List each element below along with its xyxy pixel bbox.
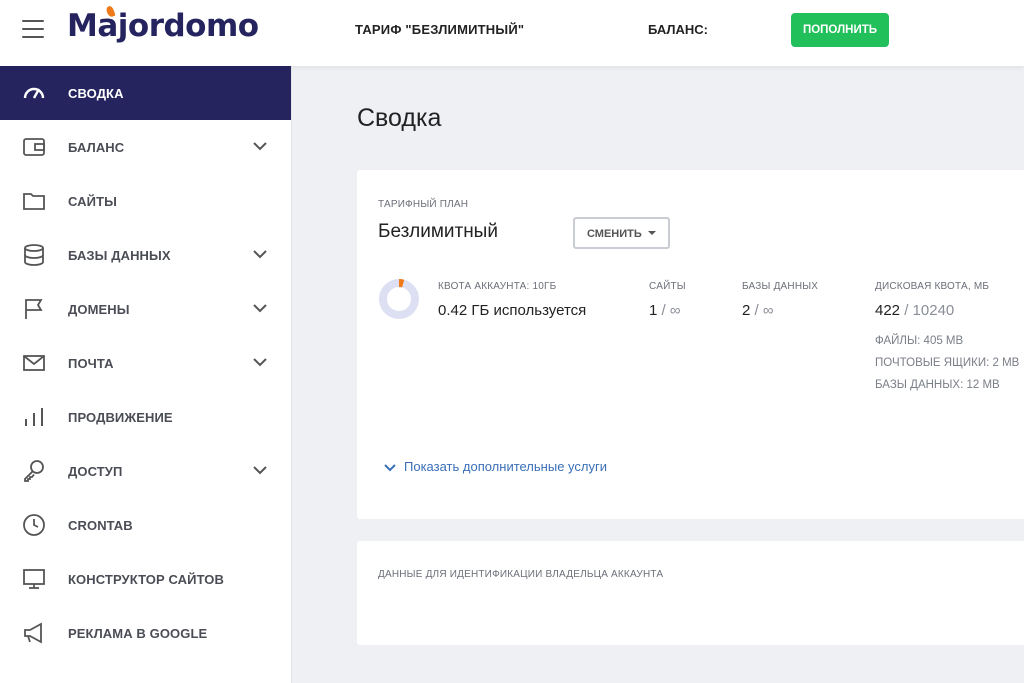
mail-icon: [23, 355, 45, 371]
sidebar: СВОДКА БАЛАНС САЙТЫ БАЗЫ ДАННЫХ ДОМЕНЫ П…: [0, 66, 292, 683]
sidebar-item-promotion[interactable]: ПРОДВИЖЕНИЕ: [0, 390, 291, 444]
quota-donut-track: [379, 279, 419, 319]
chevron-down-icon[interactable]: [252, 138, 268, 154]
sidebar-item-crontab[interactable]: CRONTAB: [0, 498, 291, 552]
owner-caption: ДАННЫЕ ДЛЯ ИДЕНТИФИКАЦИИ ВЛАДЕЛЬЦА АККАУ…: [378, 569, 664, 580]
chevron-down-icon[interactable]: [252, 462, 268, 478]
topup-button[interactable]: ПОПОЛНИТЬ: [791, 13, 889, 47]
databases-count: 2 / ∞: [742, 302, 774, 319]
disk-usage: 422 / 10240: [875, 302, 954, 319]
quota-used: 0.42 ГБ используется: [438, 302, 587, 319]
chevron-down-icon: [384, 464, 396, 472]
show-more-services-label: Показать дополнительные услуги: [404, 459, 607, 474]
disk-caption: ДИСКОВАЯ КВОТА, МБ: [875, 281, 990, 292]
sites-caption: САЙТЫ: [649, 281, 686, 292]
databases-value: 2: [742, 302, 751, 319]
disk-mailboxes: ПОЧТОВЫЕ ЯЩИКИ: 2 МВ: [875, 357, 1020, 369]
sidebar-item-databases[interactable]: БАЗЫ ДАННЫХ: [0, 228, 291, 282]
plan-name: Безлимитный: [378, 221, 498, 242]
sidebar-item-label: БАЗЫ ДАННЫХ: [68, 248, 171, 263]
sidebar-item-mail[interactable]: ПОЧТА: [0, 336, 291, 390]
sidebar-item-label: РЕКЛАМА В GOOGLE: [68, 626, 208, 641]
sidebar-item-access[interactable]: ДОСТУП: [0, 444, 291, 498]
change-plan-button[interactable]: СМЕНИТЬ: [573, 217, 670, 249]
caret-down-icon: [648, 231, 656, 235]
chevron-down-icon[interactable]: [252, 246, 268, 262]
sidebar-item-balance[interactable]: БАЛАНС: [0, 120, 291, 174]
sidebar-item-label: САЙТЫ: [68, 194, 117, 209]
sidebar-item-google-ads[interactable]: РЕКЛАМА В GOOGLE: [0, 606, 291, 660]
sidebar-item-label: ПРОДВИЖЕНИЕ: [68, 410, 173, 425]
logo[interactable]: Majordomo: [67, 5, 259, 44]
plan-card: ТАРИФНЫЙ ПЛАН Безлимитный СМЕНИТЬ КВОТА …: [357, 170, 1024, 519]
database-icon: [24, 244, 44, 266]
databases-caption: БАЗЫ ДАННЫХ: [742, 281, 819, 292]
bar-chart-icon: [25, 408, 43, 426]
chevron-down-icon[interactable]: [252, 300, 268, 316]
disk-databases: БАЗЫ ДАННЫХ: 12 МВ: [875, 379, 1000, 391]
megaphone-icon: [24, 622, 42, 644]
sites-value: 1: [649, 302, 658, 319]
sidebar-item-label: CRONTAB: [68, 518, 133, 533]
chevron-down-icon[interactable]: [252, 354, 268, 370]
balance-label: БАЛАНС:: [648, 22, 709, 37]
page-title: Сводка: [357, 104, 442, 132]
quota-donut: [379, 279, 419, 319]
sidebar-item-label: БАЛАНС: [68, 140, 125, 155]
databases-limit: / ∞: [754, 302, 774, 319]
disk-value: 422: [875, 302, 901, 319]
plan-caption: ТАРИФНЫЙ ПЛАН: [378, 199, 469, 210]
clock-icon: [23, 514, 45, 536]
sidebar-item-label: ДОСТУП: [68, 464, 123, 479]
key-icon: [24, 460, 44, 482]
quota-caption: КВОТА АККАУНТА: 10ГБ: [438, 281, 557, 292]
sidebar-item-label: ПОЧТА: [68, 356, 114, 371]
sites-limit: / ∞: [661, 302, 681, 319]
sidebar-item-site-builder[interactable]: КОНСТРУКТОР САЙТОВ: [0, 552, 291, 606]
change-plan-label: СМЕНИТЬ: [587, 228, 642, 240]
disk-files: ФАЙЛЫ: 405 МВ: [875, 335, 964, 347]
menu-icon[interactable]: [22, 20, 44, 38]
folder-icon: [23, 193, 45, 210]
tariff-label: ТАРИФ "БЕЗЛИМИТНЫЙ": [355, 22, 525, 37]
monitor-icon: [23, 569, 45, 589]
owner-card: ДАННЫЕ ДЛЯ ИДЕНТИФИКАЦИИ ВЛАДЕЛЬЦА АККАУ…: [357, 541, 1024, 645]
top-header: Majordomo ТАРИФ "БЕЗЛИМИТНЫЙ" БАЛАНС: ПО…: [0, 0, 1024, 66]
gauge-icon: [23, 87, 45, 99]
sidebar-item-sites[interactable]: САЙТЫ: [0, 174, 291, 228]
wallet-icon: [23, 138, 45, 156]
show-more-services-link[interactable]: Показать дополнительные услуги: [383, 459, 607, 474]
sidebar-item-domains[interactable]: ДОМЕНЫ: [0, 282, 291, 336]
sidebar-item-label: СВОДКА: [68, 86, 124, 101]
sidebar-item-label: КОНСТРУКТОР САЙТОВ: [68, 572, 225, 587]
sidebar-item-summary[interactable]: СВОДКА: [0, 66, 291, 120]
sites-count: 1 / ∞: [649, 302, 681, 319]
flag-icon: [25, 299, 43, 319]
sidebar-item-label: ДОМЕНЫ: [68, 302, 130, 317]
disk-limit: / 10240: [904, 302, 955, 319]
